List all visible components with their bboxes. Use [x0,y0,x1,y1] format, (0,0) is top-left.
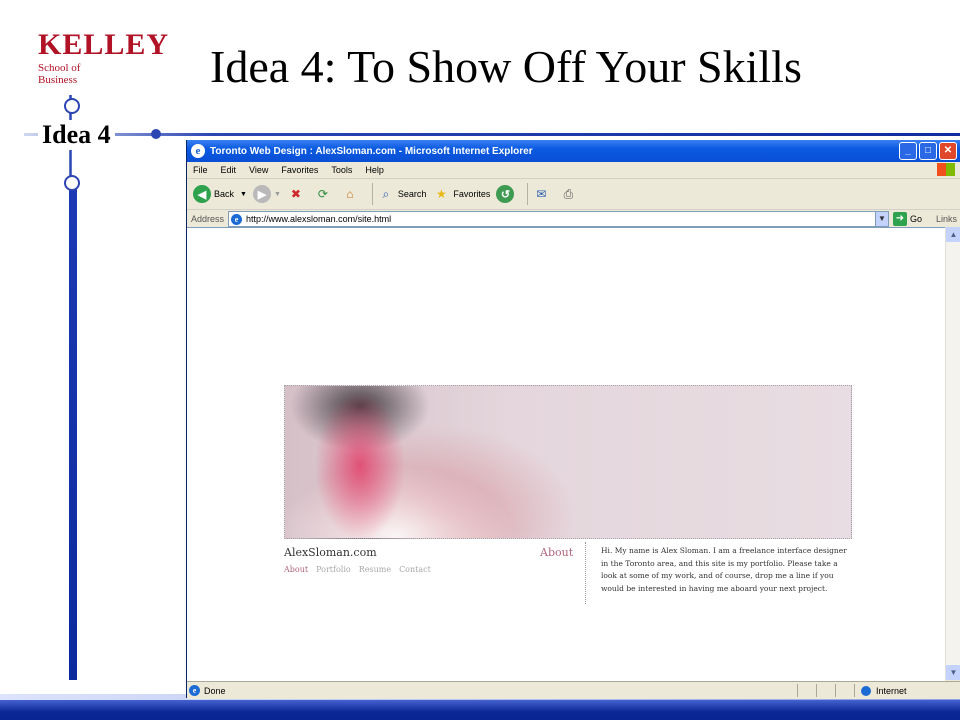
home-button[interactable]: ⌂ [341,185,362,203]
menu-favorites[interactable]: Favorites [281,165,318,175]
toolbar: ◀ Back ▼ ▶ ▼ ✖ ⟳ ⌂ ⌕ Search ★ Favorites … [187,179,960,210]
scroll-down-icon[interactable]: ▼ [946,665,960,680]
forward-arrow-icon: ▶ [252,185,271,203]
logo-wordmark: KELLEY [38,28,170,61]
favorites-label: Favorites [453,189,491,199]
close-button[interactable]: ✕ [939,142,957,160]
section-label: Idea 4 [38,120,115,150]
status-left: e Done [187,685,797,696]
rule-ring-top [64,98,80,114]
scroll-up-icon[interactable]: ▲ [946,227,960,242]
address-input[interactable]: e http://www.alexsloman.com/site.html ▼ [228,211,889,227]
menu-tools[interactable]: Tools [331,165,352,175]
mail-icon: ✉ [536,187,547,201]
status-page-icon: e [189,685,200,696]
site-nav: About Portfolio Resume Contact [284,565,439,574]
nav-about[interactable]: About [284,565,308,574]
ie-logo-icon: e [191,144,205,158]
search-label: Search [397,189,427,199]
bottom-band [0,700,960,720]
go-button[interactable]: ➜ Go [892,212,922,226]
logo-subtitle: School of Business [38,62,81,86]
address-label: Address [191,214,225,224]
back-label: Back [214,189,235,199]
bio-text: Hi. My name is Alex Sloman. I am a freel… [601,546,847,593]
vertical-blue-bar [69,180,77,680]
menu-edit[interactable]: Edit [221,165,237,175]
address-bar: Address e http://www.alexsloman.com/site… [187,210,960,228]
star-icon: ★ [436,187,447,201]
menu-bar: File Edit View Favorites Tools Help [187,162,960,179]
windows-flag-icon [937,163,955,176]
rule-ring-bottom [64,175,80,191]
browser-title: Toronto Web Design : AlexSloman.com - Mi… [210,145,533,157]
favorites-button[interactable]: ★ Favorites [432,185,490,203]
mail-button[interactable]: ✉ [532,185,553,203]
status-bar: e Done Internet [187,681,960,699]
print-button[interactable]: ⎙ [559,185,580,203]
hero-photo [284,385,852,539]
links-button[interactable]: Links [936,214,957,224]
back-button[interactable]: ◀ Back ▼ [193,185,247,203]
printer-icon: ⎙ [563,186,574,201]
about-heading: About [540,546,574,559]
menu-help[interactable]: Help [365,165,384,175]
refresh-button[interactable]: ⟳ [314,185,335,203]
status-text: Done [204,685,226,696]
history-button[interactable]: ↺ [496,185,517,203]
content-divider [585,542,586,604]
zone-text: Internet [876,685,907,696]
site-name[interactable]: AlexSloman.com [284,546,377,559]
history-icon: ↺ [496,185,515,203]
back-dropdown-icon[interactable]: ▼ [240,191,247,198]
address-dropdown-icon[interactable]: ▼ [874,212,888,226]
toolbar-separator [371,183,373,205]
security-zone: Internet [854,684,960,697]
status-segment [797,684,816,697]
forward-button[interactable]: ▶ ▼ [252,185,281,203]
nav-resume[interactable]: Resume [359,565,391,574]
back-arrow-icon: ◀ [193,185,211,203]
browser-titlebar: e Toronto Web Design : AlexSloman.com - … [187,140,960,162]
browser-window: e Toronto Web Design : AlexSloman.com - … [186,140,960,699]
toolbar-separator [527,183,529,205]
refresh-icon: ⟳ [317,187,328,201]
vertical-scrollbar[interactable]: ▲ ▼ [945,227,960,680]
page-viewport: AlexSloman.com About About Portfolio Res… [187,227,945,681]
horizontal-rule [24,133,960,136]
stop-icon: ✖ [290,187,301,201]
search-icon: ⌕ [382,186,390,201]
status-segment [835,684,854,697]
nav-contact[interactable]: Contact [399,565,431,574]
maximize-button[interactable]: □ [919,142,937,160]
menu-view[interactable]: View [249,165,268,175]
kelley-logo: KELLEY School of Business [38,28,170,87]
nav-portfolio[interactable]: Portfolio [316,565,351,574]
rule-dot [151,129,161,139]
forward-dropdown-icon[interactable]: ▼ [274,191,281,198]
menu-file[interactable]: File [193,165,208,175]
page-icon: e [231,213,243,225]
address-value: http://www.alexsloman.com/site.html [246,214,392,224]
status-segment [816,684,835,697]
go-label: Go [909,214,922,224]
minimize-button[interactable]: _ [899,142,917,160]
globe-icon [861,685,871,696]
stop-button[interactable]: ✖ [287,185,308,203]
go-arrow-icon: ➜ [892,212,907,226]
home-icon: ⌂ [346,187,354,201]
search-button[interactable]: ⌕ Search [377,185,427,203]
slide-title: Idea 4: To Show Off Your Skills [210,41,802,92]
